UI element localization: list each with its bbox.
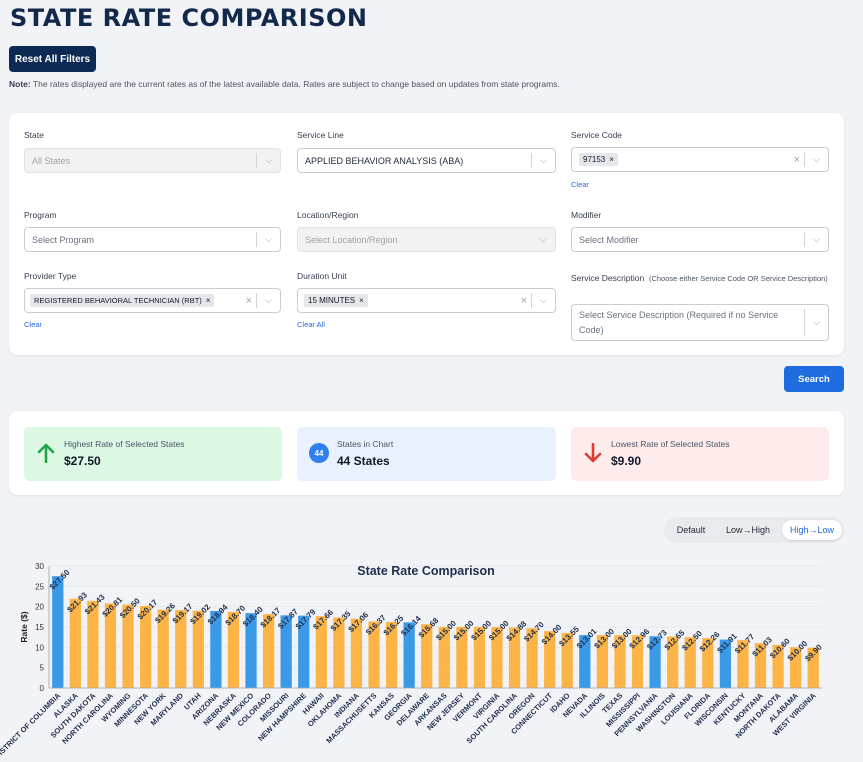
state-label: State — [24, 130, 44, 140]
highest-rate-card: Highest Rate of Selected States $27.50 — [24, 427, 282, 481]
program-label: Program — [24, 210, 57, 220]
modifier-label: Modifier — [571, 210, 602, 220]
state-select[interactable]: All States ⌵ — [24, 148, 281, 173]
y-tick-label: 25 — [35, 582, 44, 591]
lowest-rate-label: Lowest Rate of Selected States — [611, 439, 730, 449]
service-code-label: Service Code — [571, 130, 623, 140]
service-line-select[interactable]: APPLIED BEHAVIOR ANALYSIS (ABA) ⌵ — [297, 148, 556, 173]
stats-panel: Highest Rate of Selected States $27.50 4… — [9, 411, 844, 495]
y-tick-label: 20 — [35, 603, 44, 612]
chevron-down-icon: ⌵ — [539, 234, 547, 244]
program-placeholder: Select Program — [32, 234, 95, 245]
service-line-value: APPLIED BEHAVIOR ANALYSIS (ABA) — [305, 155, 464, 166]
sort-default-button[interactable]: Default — [668, 520, 714, 540]
service-description-label: Service Description (Choose either Servi… — [571, 270, 829, 287]
states-count-card: 44 States in Chart 44 States — [297, 427, 556, 481]
y-axis-label: Rate ($) — [19, 611, 29, 642]
lowest-rate-value: $9.90 — [611, 454, 642, 468]
arrow-down-icon — [583, 443, 603, 463]
service-line-label: Service Line — [297, 130, 344, 140]
duration-unit-label: Duration Unit — [297, 271, 347, 281]
chevron-down-icon: ⌵ — [804, 232, 828, 247]
provider-type-tag-text: REGISTERED BEHAVIORAL TECHNICIAN (RBT) — [34, 296, 202, 305]
chevron-down-icon: ⌵ — [531, 153, 555, 168]
chevron-down-icon: ⌵ — [256, 153, 280, 168]
arrow-up-icon — [36, 443, 56, 463]
states-count-badge: 44 — [309, 443, 329, 463]
x-tick-label: DISTRICT OF COLUMBIA — [0, 691, 63, 761]
sort-toggle: Default Low→High High→Low — [664, 517, 844, 543]
location-placeholder: Select Location/Region — [305, 234, 398, 245]
highest-rate-label: Highest Rate of Selected States — [64, 439, 185, 449]
y-tick-label: 10 — [35, 643, 44, 652]
clear-icon[interactable]: × — [246, 289, 252, 312]
state-placeholder: All States — [32, 155, 71, 166]
states-count-label: States in Chart — [337, 439, 394, 449]
highest-rate-value: $27.50 — [64, 454, 101, 468]
rate-chart: 0 5 10 15 20 25 30 State Rate Comparison Rate ($… — [0, 548, 863, 762]
location-select[interactable]: Select Location/Region ⌵ — [297, 227, 556, 252]
modifier-placeholder: Select Modifier — [579, 234, 639, 245]
service-code-tag: 97153 × — [579, 153, 618, 166]
search-button[interactable]: Search — [784, 366, 844, 392]
duration-unit-tag: 15 MINUTES × — [304, 294, 368, 307]
filter-panel: State All States ⌵ Service Line APPLIED … — [9, 113, 844, 355]
chevron-down-icon: ⌵ — [256, 293, 280, 308]
states-count-value: 44 States — [337, 454, 390, 468]
sort-high-low-button[interactable]: High→Low — [782, 520, 842, 540]
program-select[interactable]: Select Program ⌵ — [24, 227, 281, 252]
y-tick-label: 5 — [40, 664, 45, 673]
chevron-down-icon: ⌵ — [804, 309, 828, 336]
chart-title: State Rate Comparison — [357, 564, 495, 578]
bar — [52, 576, 64, 688]
provider-type-clear-link[interactable]: Clear — [24, 320, 42, 329]
reset-all-filters-button[interactable]: Reset All Filters — [9, 46, 96, 72]
service-code-tag-text: 97153 — [583, 155, 606, 164]
y-tick-label: 15 — [35, 623, 44, 632]
y-tick-label: 30 — [35, 562, 44, 571]
tag-remove-icon[interactable]: × — [206, 296, 211, 305]
service-description-placeholder: Select Service Description (Required if … — [579, 309, 779, 335]
service-code-clear-link[interactable]: Clear — [571, 180, 589, 189]
rates-note: Note: The rates displayed are the curren… — [9, 79, 560, 89]
tag-remove-icon[interactable]: × — [359, 296, 364, 305]
location-label: Location/Region — [297, 210, 359, 220]
provider-type-label: Provider Type — [24, 271, 77, 281]
duration-unit-tag-text: 15 MINUTES — [308, 296, 356, 305]
note-text: The rates displayed are the current rate… — [30, 79, 560, 89]
lowest-rate-card: Lowest Rate of Selected States $9.90 — [571, 427, 829, 481]
page-title: STATE RATE COMPARISON — [10, 4, 368, 32]
sort-low-high-button[interactable]: Low→High — [718, 520, 778, 540]
chevron-down-icon: ⌵ — [804, 152, 828, 167]
service-code-select[interactable]: 97153 × × ⌵ — [571, 147, 829, 172]
chevron-down-icon: ⌵ — [256, 232, 280, 247]
duration-unit-select[interactable]: 15 MINUTES × × ⌵ — [297, 288, 556, 313]
chevron-down-icon: ⌵ — [531, 293, 555, 308]
clear-icon[interactable]: × — [521, 289, 527, 312]
clear-icon[interactable]: × — [794, 148, 800, 171]
modifier-select[interactable]: Select Modifier ⌵ — [571, 227, 829, 252]
duration-unit-clear-all-link[interactable]: Clear All — [297, 320, 325, 329]
service-description-label-text: Service Description — [571, 273, 645, 283]
rate-chart-svg: 0 5 10 15 20 25 30 State Rate Comparison Rate ($… — [0, 562, 824, 761]
provider-type-select[interactable]: REGISTERED BEHAVIORAL TECHNICIAN (RBT) × … — [24, 288, 281, 313]
y-tick-label: 0 — [40, 684, 45, 693]
note-label: Note: — [9, 79, 31, 89]
tag-remove-icon[interactable]: × — [609, 155, 614, 164]
service-description-select[interactable]: Select Service Description (Required if … — [571, 304, 829, 341]
service-description-hint: (Choose either Service Code OR Service D… — [648, 274, 828, 283]
provider-type-tag: REGISTERED BEHAVIORAL TECHNICIAN (RBT) × — [30, 294, 215, 307]
